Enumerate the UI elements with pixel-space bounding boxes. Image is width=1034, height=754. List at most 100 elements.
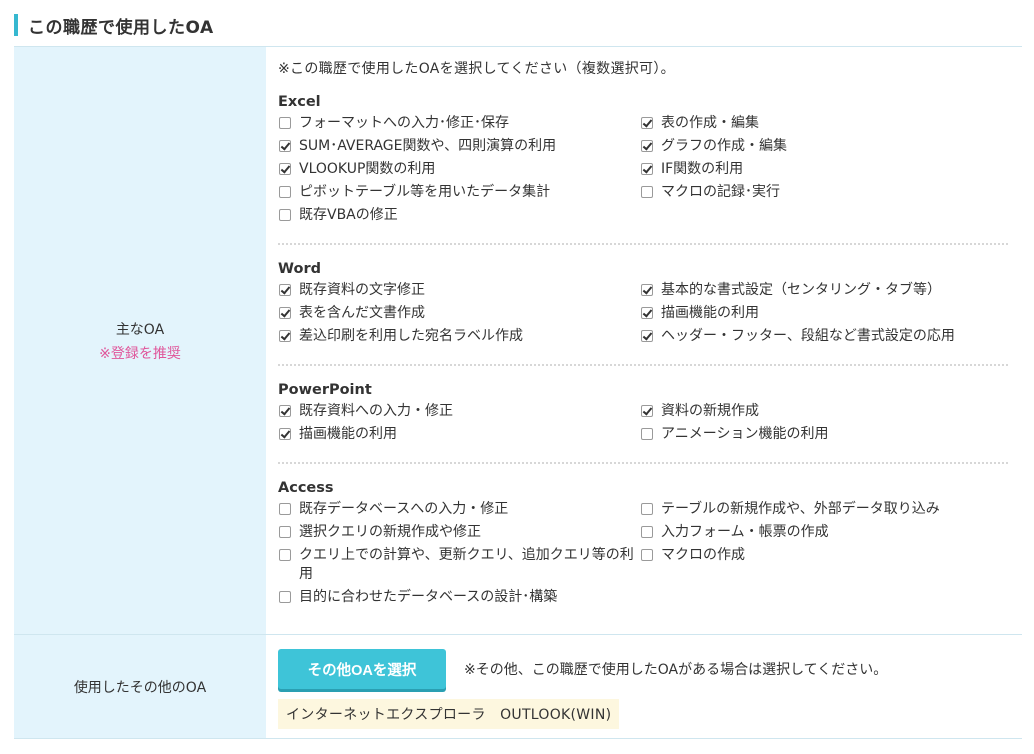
oa-group-access: Access 既存データベースへの入力・修正 テーブルの新規作成や、外部データ取り込… [278,480,1008,607]
oa-option[interactable]: 既存データベースへの入力・修正 [278,500,640,519]
other-oa-note: ※その他、この職歴で使用したOAがある場合は選択してください。 [464,662,888,678]
group-title: Access [278,480,334,496]
checkbox-checked[interactable] [279,284,291,296]
group-title: PowerPoint [278,382,372,398]
oa-option[interactable]: IF関数の利用 [640,160,1000,179]
other-oa-body: その他OAを選択 ※その他、この職歴で使用したOAがある場合は選択してください。… [266,635,1022,738]
checkbox-checked[interactable] [641,117,653,129]
checkbox-unchecked[interactable] [279,117,291,129]
oa-option[interactable]: 既存VBAの修正 [278,206,640,225]
oa-option-label: マクロの作成 [661,547,745,563]
oa-option[interactable]: 基本的な書式設定（センタリング・タブ等） [640,281,1000,300]
oa-option[interactable]: 選択クエリの新規作成や修正 [278,523,640,542]
checkbox-unchecked[interactable] [279,526,291,538]
checkbox-checked[interactable] [641,330,653,342]
oa-option-label: アニメーション機能の利用 [661,426,829,442]
section-accent-bar [14,14,18,36]
oa-option-label: ヘッダー・フッター、段組など書式設定の応用 [661,328,955,344]
section-title: この職歴で使用したOA [28,17,214,38]
checkbox-unchecked[interactable] [279,503,291,515]
oa-group-word: Word 既存資料の文字修正 基本的な書式設定（センタリング・タブ等） 表を含んだ文書… [278,261,1008,346]
selected-other-oa: インターネットエクスプローラ OUTLOOK(WIN) [278,699,620,729]
main-oa-label: 主なOA [115,321,165,338]
select-other-oa-button[interactable]: その他OAを選択 [278,649,446,689]
checkbox-unchecked[interactable] [641,526,653,538]
oa-option-label: IF関数の利用 [661,161,744,177]
group-divider [278,462,1008,464]
oa-option[interactable]: 入力フォーム・帳票の作成 [640,523,1000,542]
oa-option-label: 選択クエリの新規作成や修正 [299,524,481,540]
oa-form-table: 主なOA ※登録を推奨 ※この職歴で使用したOAを選択してください（複数選択可）… [14,46,1022,739]
checkbox-unchecked[interactable] [641,549,653,561]
oa-option-label: 描画機能の利用 [299,426,397,442]
checkbox-grid: フォーマットへの入力･修正･保存 表の作成・編集 SUM･AVERAGE関数や、四則… [278,114,1008,225]
checkbox-checked[interactable] [641,140,653,152]
checkbox-unchecked[interactable] [279,591,291,603]
checkbox-checked[interactable] [279,428,291,440]
oa-option[interactable]: 目的に合わせたデータベースの設計･構築 [278,588,640,607]
oa-option[interactable]: 表の作成・編集 [640,114,1000,133]
checkbox-unchecked[interactable] [279,549,291,561]
oa-option[interactable]: 描画機能の利用 [278,425,640,444]
checkbox-checked[interactable] [279,307,291,319]
oa-groups: Excel フォーマットへの入力･修正･保存 表の作成・編集 SUM･AVERAGE関… [278,94,1008,607]
oa-option[interactable]: クエリ上での計算や、更新クエリ、追加クエリ等の利用 [278,546,640,584]
checkbox-grid: 既存資料の文字修正 基本的な書式設定（センタリング・タブ等） 表を含んだ文書作成 描画… [278,281,1008,346]
oa-option-label: SUM･AVERAGE関数や、四則演算の利用 [299,138,557,154]
checkbox-checked[interactable] [279,405,291,417]
oa-group-excel: Excel フォーマットへの入力･修正･保存 表の作成・編集 SUM･AVERAGE関… [278,94,1008,225]
oa-option[interactable]: テーブルの新規作成や、外部データ取り込み [640,500,1000,519]
checkbox-unchecked[interactable] [641,503,653,515]
oa-option[interactable]: マクロの作成 [640,546,1000,584]
checkbox-checked[interactable] [641,405,653,417]
oa-option-label: マクロの記録･実行 [661,184,780,200]
main-oa-row: 主なOA ※登録を推奨 ※この職歴で使用したOAを選択してください（複数選択可）… [14,47,1022,635]
checkbox-checked[interactable] [641,284,653,296]
oa-option[interactable]: フォーマットへの入力･修正･保存 [278,114,640,133]
recommend-note: ※登録を推奨 [99,345,181,362]
checkbox-grid: 既存資料への入力・修正 資料の新規作成描画機能の利用 アニメーション機能の利用 [278,402,1008,444]
oa-option-label: 既存資料の文字修正 [299,282,425,298]
oa-option[interactable]: 差込印刷を利用した宛名ラベル作成 [278,327,640,346]
main-oa-body: ※この職歴で使用したOAを選択してください（複数選択可）。 Excel フォーマッ… [266,47,1022,634]
oa-option[interactable]: ヘッダー・フッター、段組など書式設定の応用 [640,327,1000,346]
oa-option[interactable]: 描画機能の利用 [640,304,1000,323]
checkbox-checked[interactable] [279,330,291,342]
oa-option-label: 目的に合わせたデータベースの設計･構築 [299,589,558,605]
group-title: Word [278,261,321,277]
oa-option[interactable]: ピボットテーブル等を用いたデータ集計 [278,183,640,202]
oa-option-label: 入力フォーム・帳票の作成 [661,524,829,540]
oa-option-label: フォーマットへの入力･修正･保存 [299,115,509,131]
checkbox-unchecked[interactable] [641,428,653,440]
oa-option[interactable]: 資料の新規作成 [640,402,1000,421]
oa-option[interactable]: マクロの記録･実行 [640,183,1000,202]
checkbox-checked[interactable] [641,163,653,175]
oa-group-powerpoint: PowerPoint 既存資料への入力・修正 資料の新規作成描画機能の利用 アニメーシ… [278,382,1008,444]
oa-option[interactable]: グラフの作成・編集 [640,137,1000,156]
oa-option[interactable]: 既存資料への入力・修正 [278,402,640,421]
oa-option[interactable]: VLOOKUP関数の利用 [278,160,640,179]
checkbox-checked[interactable] [641,307,653,319]
other-oa-row: 使用したその他のOA その他OAを選択 ※その他、この職歴で使用したOAがある場… [14,635,1022,739]
oa-option-label: 既存VBAの修正 [299,207,398,223]
oa-option[interactable]: 表を含んだ文書作成 [278,304,640,323]
section-header: この職歴で使用したOA [14,10,1024,40]
checkbox-unchecked[interactable] [279,209,291,221]
checkbox-unchecked[interactable] [279,186,291,198]
checkbox-checked[interactable] [279,140,291,152]
main-oa-label-cell: 主なOA ※登録を推奨 [14,47,266,634]
oa-option-label: 資料の新規作成 [661,403,759,419]
checkbox-checked[interactable] [279,163,291,175]
other-oa-button-line: その他OAを選択 ※その他、この職歴で使用したOAがある場合は選択してください。 [278,649,1008,689]
oa-option-label: 表を含んだ文書作成 [299,305,425,321]
oa-option-label: テーブルの新規作成や、外部データ取り込み [661,501,940,517]
other-oa-label: 使用したその他のOA [73,679,207,696]
group-divider [278,364,1008,366]
oa-option[interactable]: SUM･AVERAGE関数や、四則演算の利用 [278,137,640,156]
oa-option-label: 差込印刷を利用した宛名ラベル作成 [299,328,523,344]
checkbox-unchecked[interactable] [641,186,653,198]
oa-option[interactable]: 既存資料の文字修正 [278,281,640,300]
checkbox-grid: 既存データベースへの入力・修正 テーブルの新規作成や、外部データ取り込み選択クエリ… [278,500,1008,607]
oa-option[interactable]: アニメーション機能の利用 [640,425,1000,444]
oa-option-label: グラフの作成・編集 [661,138,787,154]
